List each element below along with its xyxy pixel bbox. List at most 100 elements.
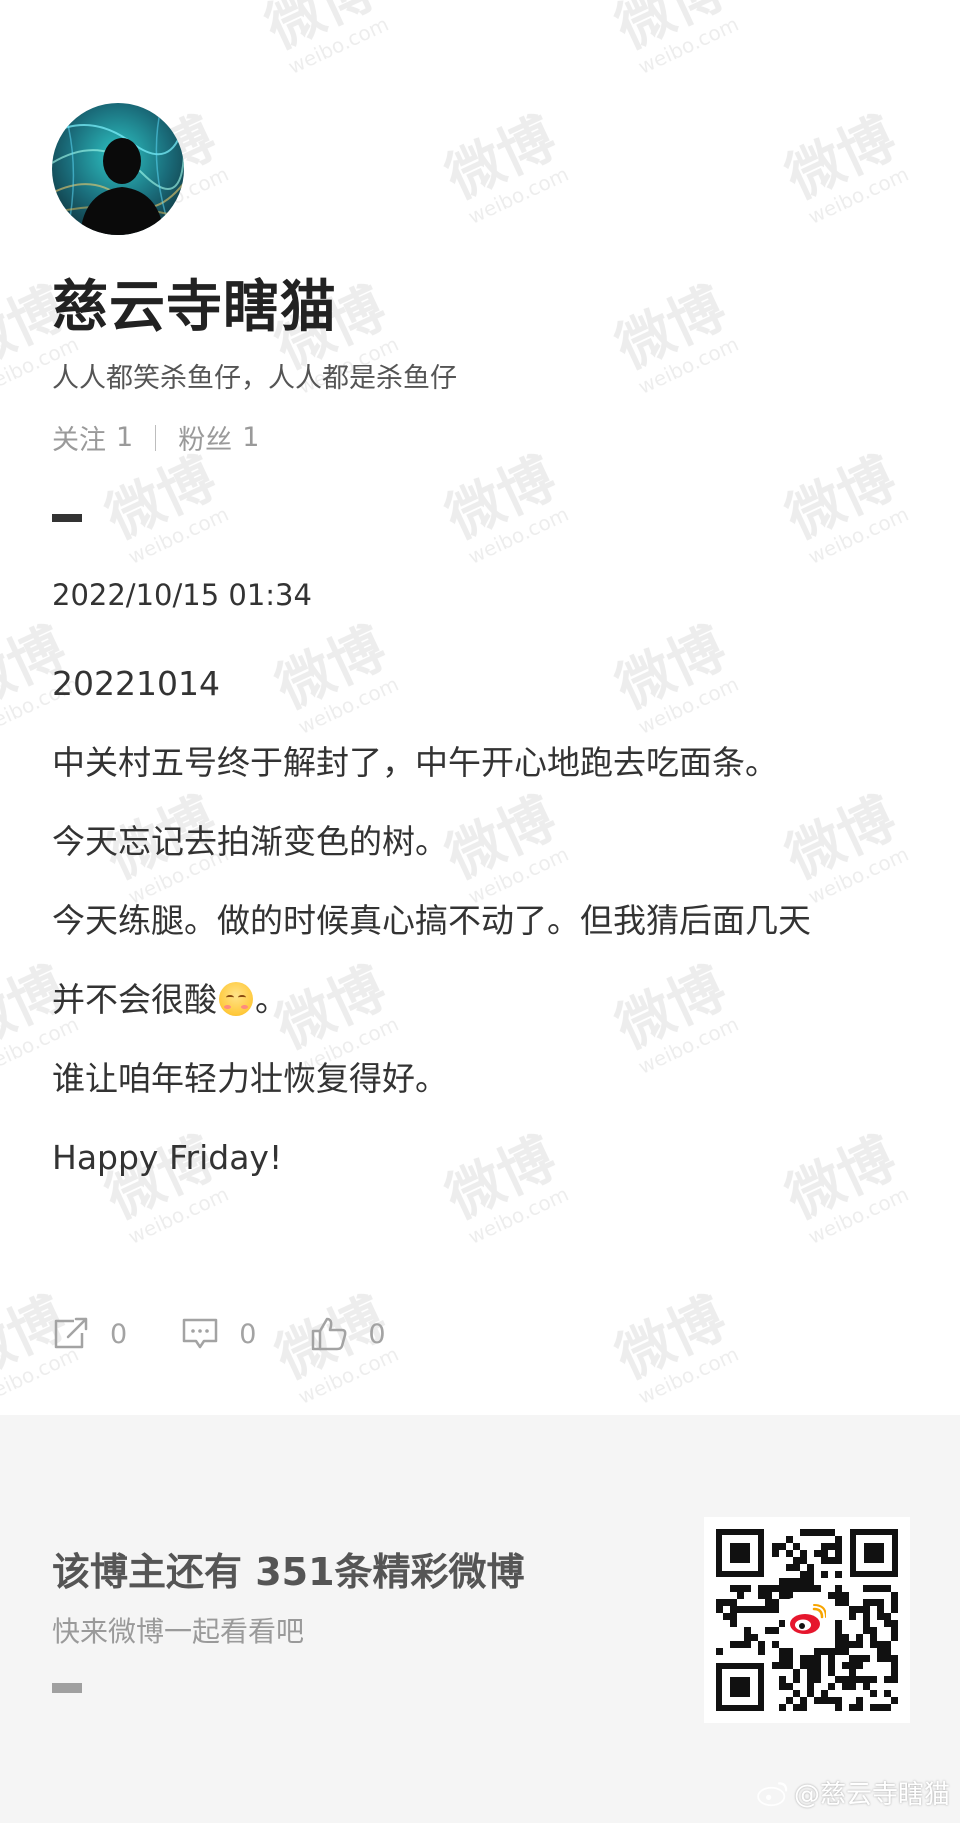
qr-module	[870, 1599, 877, 1606]
post-line: 今天练腿。做的时候真心搞不动了。但我猜后面几天	[52, 901, 811, 940]
post-line: Happy Friday!	[52, 1138, 283, 1177]
qr-module	[807, 1529, 814, 1536]
qr-module	[751, 1634, 758, 1641]
qr-module	[835, 1536, 842, 1543]
qr-module	[870, 1690, 877, 1697]
qr-module	[891, 1676, 898, 1683]
qr-module	[884, 1641, 891, 1648]
qr-module	[800, 1578, 807, 1585]
qr-module	[835, 1571, 842, 1578]
qr-module	[856, 1641, 863, 1648]
comment-button[interactable]: 0	[181, 1317, 256, 1351]
qr-module	[716, 1648, 723, 1655]
qr-module	[793, 1585, 800, 1592]
post-line-text: 并不会很酸	[52, 980, 217, 1019]
qr-module	[807, 1564, 814, 1571]
watermark: 微博weibo.com	[436, 445, 573, 569]
repost-button[interactable]: 0	[52, 1317, 127, 1351]
qr-module	[849, 1704, 856, 1711]
qr-module	[786, 1662, 793, 1669]
qr-module	[828, 1592, 835, 1599]
following-label[interactable]: 关注	[52, 418, 106, 457]
post-line: 20221014	[52, 664, 220, 703]
qr-module	[835, 1557, 842, 1564]
qr-module	[842, 1648, 849, 1655]
watermark: 微博weibo.com	[776, 105, 913, 229]
qr-module	[828, 1543, 835, 1550]
qr-module	[758, 1592, 765, 1599]
qr-module	[765, 1599, 772, 1606]
qr-module	[730, 1620, 737, 1627]
qr-module	[821, 1690, 828, 1697]
qr-module	[828, 1655, 835, 1662]
thumbs-up-icon	[312, 1317, 347, 1351]
avatar[interactable]	[52, 103, 184, 235]
qr-module	[737, 1606, 744, 1613]
footer-promo: 该博主还有 351条精彩微博 快来微博一起看看吧 @慈云寺瞎猫	[0, 1415, 960, 1823]
qr-module	[863, 1613, 870, 1620]
qr-module	[821, 1697, 828, 1704]
qr-module	[835, 1585, 842, 1592]
qr-module	[870, 1627, 877, 1634]
qr-module	[891, 1655, 898, 1662]
qr-module	[870, 1585, 877, 1592]
qr-module	[877, 1655, 884, 1662]
qr-module	[891, 1620, 898, 1627]
watermark: 微博weibo.com	[606, 1285, 743, 1409]
qr-module	[884, 1690, 891, 1697]
qr-module	[828, 1683, 835, 1690]
post-line: 中关村五号终于解封了，中午开心地跑去吃面条。	[52, 743, 778, 782]
qr-module	[814, 1655, 821, 1662]
qr-module	[849, 1655, 856, 1662]
qr-module	[877, 1613, 884, 1620]
qr-module	[793, 1704, 800, 1711]
stats-divider	[155, 424, 157, 451]
qr-module	[856, 1662, 863, 1669]
qr-module	[779, 1592, 786, 1599]
post-body: 20221014 中关村五号终于解封了，中午开心地跑去吃面条。 今天忘记去拍渐变…	[52, 660, 912, 1213]
qr-module	[828, 1669, 835, 1676]
qr-module	[877, 1704, 884, 1711]
qr-module	[779, 1683, 786, 1690]
qr-module	[800, 1704, 807, 1711]
qr-module	[800, 1655, 807, 1662]
followers-count[interactable]: 1	[242, 422, 259, 453]
promo-subtitle: 快来微博一起看看吧	[52, 1615, 305, 1648]
qr-module	[779, 1662, 786, 1669]
smile-emoji-icon	[219, 982, 253, 1016]
qr-code[interactable]	[704, 1517, 910, 1723]
watermark: 微博weibo.com	[256, 0, 393, 79]
qr-module	[765, 1606, 772, 1613]
qr-module	[800, 1662, 807, 1669]
qr-module	[772, 1543, 779, 1550]
following-count[interactable]: 1	[116, 422, 133, 453]
qr-module	[891, 1662, 898, 1669]
qr-module	[835, 1676, 842, 1683]
qr-module	[877, 1648, 884, 1655]
profile-name[interactable]: 慈云寺瞎猫	[52, 262, 337, 343]
qr-module	[800, 1557, 807, 1564]
qr-module	[835, 1599, 842, 1606]
qr-module	[891, 1606, 898, 1613]
qr-module	[835, 1704, 842, 1711]
qr-module	[786, 1648, 793, 1655]
qr-module	[842, 1662, 849, 1669]
qr-module	[730, 1606, 737, 1613]
qr-module	[821, 1529, 828, 1536]
qr-module	[814, 1669, 821, 1676]
qr-module	[842, 1676, 849, 1683]
qr-module	[814, 1585, 821, 1592]
qr-module	[891, 1627, 898, 1634]
qr-module	[772, 1585, 779, 1592]
like-button[interactable]: 0	[310, 1316, 386, 1352]
qr-module	[863, 1683, 870, 1690]
qr-module	[863, 1606, 870, 1613]
watermark: 微博weibo.com	[606, 275, 743, 399]
post-actions: 0 0 0	[52, 1316, 440, 1352]
qr-module	[807, 1585, 814, 1592]
qr-module	[863, 1620, 870, 1627]
followers-label[interactable]: 粉丝	[178, 418, 232, 457]
post-line: 今天忘记去拍渐变色的树。	[52, 822, 448, 861]
qr-module	[744, 1627, 751, 1634]
qr-module	[793, 1676, 800, 1683]
